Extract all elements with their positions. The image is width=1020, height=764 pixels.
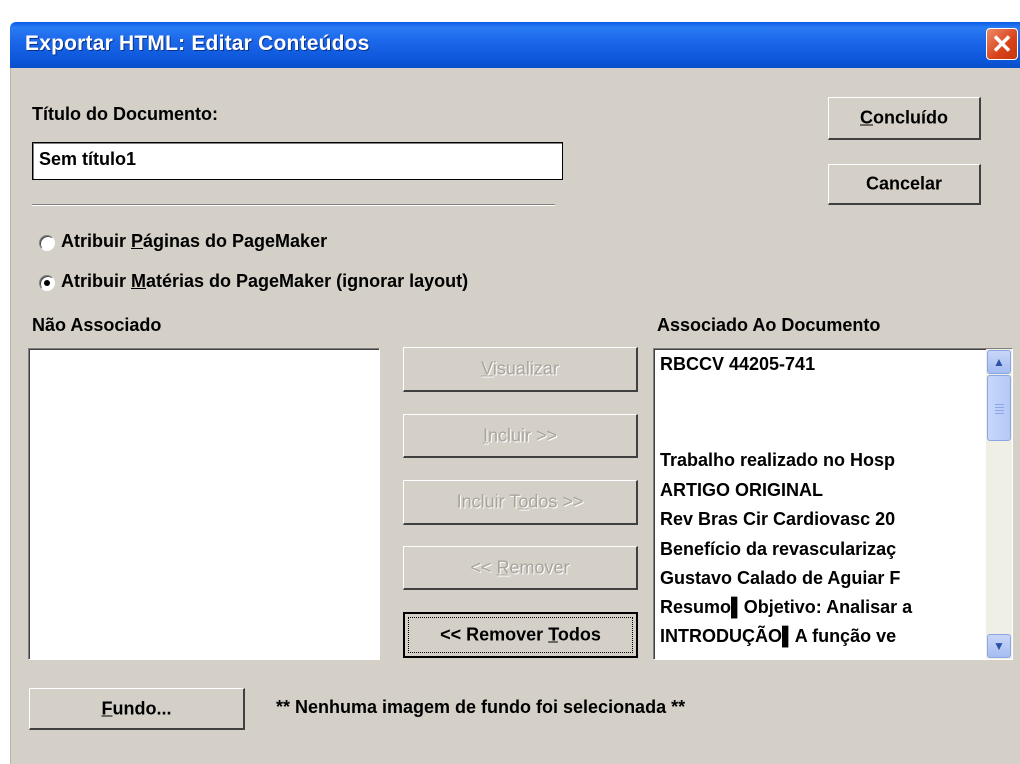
scroll-up-button[interactable]: ▲ bbox=[987, 350, 1011, 374]
view-button[interactable]: Visualizar bbox=[403, 347, 638, 392]
chevron-up-icon: ▲ bbox=[993, 355, 1005, 369]
background-status: ** Nenhuma imagem de fundo foi seleciona… bbox=[276, 697, 686, 717]
list-item[interactable]: Rev Bras Cir Cardiovasc 20 bbox=[660, 509, 895, 530]
close-icon: ✕ bbox=[991, 29, 1013, 59]
title-bar[interactable]: Exportar HTML: Editar Conteúdos ✕ bbox=[10, 22, 1020, 68]
list-item[interactable]: RBCCV 44205-741 bbox=[660, 354, 815, 375]
background-button[interactable]: Fundo... bbox=[29, 688, 245, 730]
remove-button[interactable]: << Remover bbox=[403, 546, 638, 590]
unassociated-label: Não Associado bbox=[32, 315, 162, 335]
list-item[interactable]: Trabalho realizado no Hosp bbox=[660, 450, 895, 471]
document-title-value: Sem título1 bbox=[39, 149, 137, 169]
chevron-down-icon: ▼ bbox=[993, 639, 1005, 653]
cancel-button[interactable]: Cancelar bbox=[828, 164, 981, 205]
desktop-strip bbox=[0, 0, 1020, 22]
list-item[interactable]: ARTIGO ORIGINAL bbox=[660, 480, 823, 501]
radio-stories[interactable] bbox=[39, 275, 55, 291]
close-button[interactable]: ✕ bbox=[986, 28, 1018, 60]
vertical-scrollbar[interactable]: ▲ ▼ bbox=[986, 349, 1012, 659]
scroll-thumb[interactable] bbox=[987, 375, 1011, 441]
radio-pages[interactable] bbox=[39, 235, 55, 251]
associated-list[interactable]: RBCCV 44205-741 Trabalho realizado no Ho… bbox=[653, 348, 1013, 660]
document-title-label: Título do Documento: bbox=[32, 104, 218, 124]
option-stories-label: Atribuir Matérias do PageMaker (ignorar … bbox=[61, 271, 469, 291]
remove-all-button[interactable]: << Remover Todos bbox=[403, 612, 638, 658]
include-all-button[interactable]: Incluir Todos >> bbox=[403, 480, 638, 525]
scroll-down-button[interactable]: ▼ bbox=[987, 634, 1011, 658]
list-item[interactable]: Benefício da revascularizaç bbox=[660, 539, 896, 560]
include-button[interactable]: Incluir >> bbox=[403, 414, 638, 458]
done-button[interactable]: Concluído bbox=[828, 97, 981, 140]
unassociated-list[interactable] bbox=[28, 348, 380, 660]
list-item[interactable]: Resumo▌Objetivo: Analisar a bbox=[660, 597, 912, 618]
window-title: Exportar HTML: Editar Conteúdos bbox=[25, 32, 370, 55]
dialog-body: Título do Documento: Sem título1 Concluí… bbox=[10, 68, 1020, 764]
option-pages-label: Atribuir Páginas do PageMaker bbox=[61, 231, 328, 251]
list-item[interactable]: INTRODUÇÃO▌A função ve bbox=[660, 626, 896, 647]
list-item[interactable]: Gustavo Calado de Aguiar F bbox=[660, 568, 900, 589]
document-title-input[interactable]: Sem título1 bbox=[32, 142, 563, 180]
separator bbox=[32, 204, 555, 206]
associated-label: Associado Ao Documento bbox=[657, 315, 881, 335]
